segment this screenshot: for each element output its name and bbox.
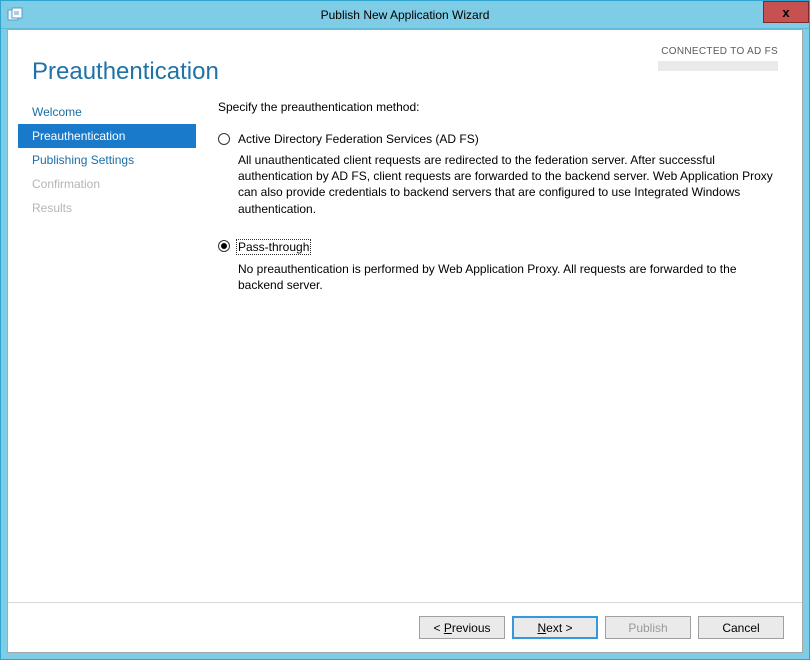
content-frame: Preauthentication CONNECTED TO AD FS Wel…: [7, 29, 803, 653]
close-button[interactable]: x: [763, 1, 809, 23]
footer: < Previous Next > Publish Cancel: [8, 602, 802, 652]
instruction-text: Specify the preauthentication method:: [218, 100, 784, 114]
step-preauthentication[interactable]: Preauthentication: [18, 124, 196, 148]
cancel-button[interactable]: Cancel: [698, 616, 784, 639]
main-panel: Specify the preauthentication method: Ac…: [196, 96, 792, 602]
option-adfs[interactable]: Active Directory Federation Services (AD…: [218, 132, 784, 146]
next-button[interactable]: Next >: [512, 616, 598, 639]
step-welcome[interactable]: Welcome: [18, 100, 196, 124]
wizard-window: Publish New Application Wizard x Preauth…: [0, 0, 810, 660]
titlebar: Publish New Application Wizard x: [1, 1, 809, 29]
option-adfs-description: All unauthenticated client requests are …: [238, 152, 784, 217]
page-title: Preauthentication: [32, 58, 219, 86]
step-publishing-settings[interactable]: Publishing Settings: [18, 148, 196, 172]
radio-dot-icon: [221, 243, 227, 249]
radio-on-icon: [218, 240, 230, 252]
option-passthrough-description: No preauthentication is performed by Web…: [238, 261, 784, 293]
connection-indicator: [658, 61, 778, 71]
publish-button: Publish: [605, 616, 691, 639]
close-icon: x: [782, 5, 789, 20]
window-title: Publish New Application Wizard: [1, 8, 809, 22]
option-passthrough[interactable]: Pass-through: [218, 239, 784, 255]
connection-label: CONNECTED TO AD FS: [658, 46, 778, 57]
body: Welcome Preauthentication Publishing Set…: [8, 96, 802, 602]
option-adfs-label: Active Directory Federation Services (AD…: [238, 132, 479, 146]
radio-passthrough[interactable]: [218, 239, 238, 252]
radio-off-icon: [218, 133, 230, 145]
step-results: Results: [18, 196, 196, 220]
step-confirmation: Confirmation: [18, 172, 196, 196]
app-icon: [7, 7, 23, 23]
header-area: Preauthentication CONNECTED TO AD FS: [8, 30, 802, 96]
radio-adfs[interactable]: [218, 132, 238, 145]
connection-status: CONNECTED TO AD FS: [658, 46, 778, 71]
steps-sidebar: Welcome Preauthentication Publishing Set…: [18, 96, 196, 602]
window-chrome-pad: Preauthentication CONNECTED TO AD FS Wel…: [1, 29, 809, 659]
previous-button[interactable]: < Previous: [419, 616, 505, 639]
option-passthrough-label: Pass-through: [236, 239, 311, 255]
